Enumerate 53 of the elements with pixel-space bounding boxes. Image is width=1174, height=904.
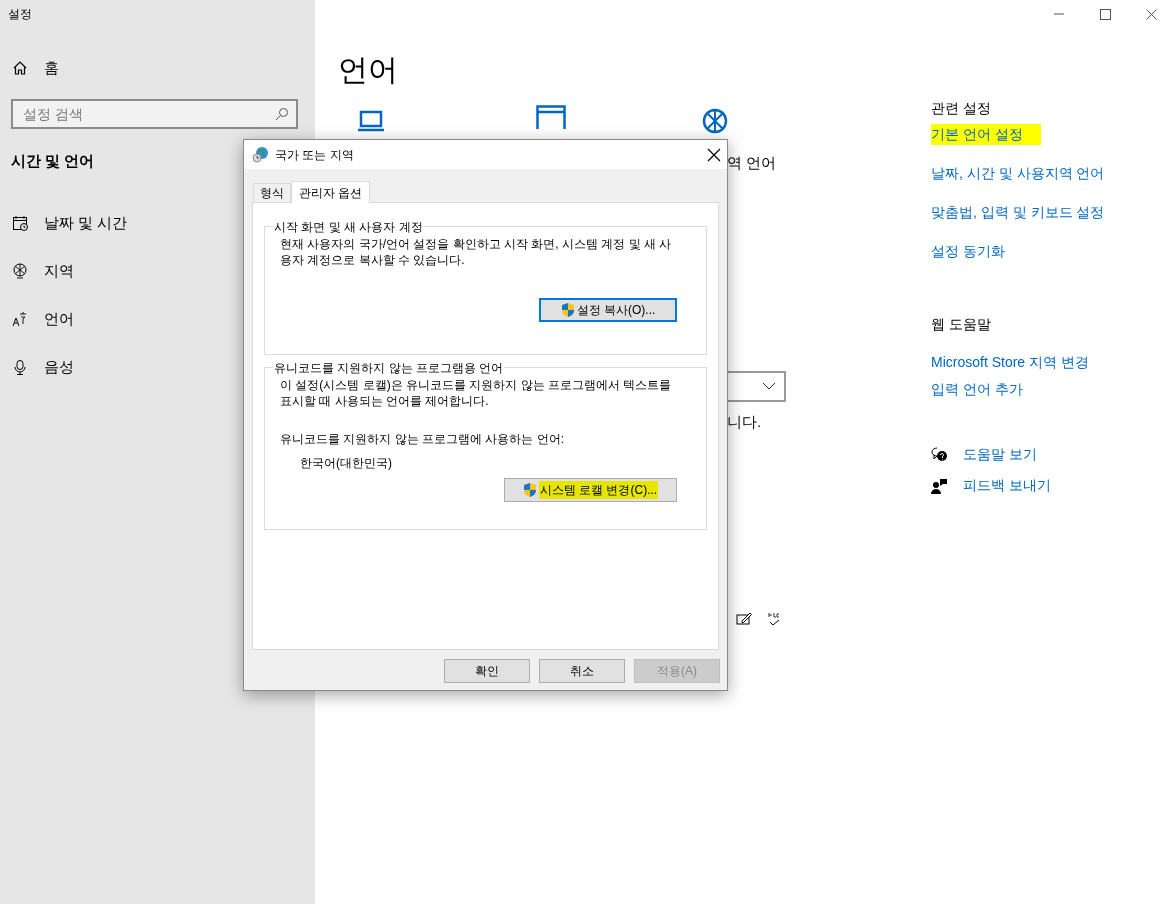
tab[interactable]: 형식 xyxy=(253,183,291,202)
globe-icon xyxy=(12,263,28,279)
pencil-icon xyxy=(736,611,752,625)
globe-icon xyxy=(701,107,729,135)
feedback-icon xyxy=(931,477,948,494)
calendar-icon xyxy=(12,215,28,231)
microphone-icon xyxy=(12,359,28,375)
nav-item[interactable]: 언어 xyxy=(0,295,200,343)
uac-button[interactable]: 설정 복사(O)... xyxy=(539,298,677,322)
settings-link[interactable]: 설정 동기화 xyxy=(931,241,1005,262)
search-field[interactable]: 설정 검색 xyxy=(11,99,298,129)
minimize-icon xyxy=(1054,13,1064,15)
section-heading: 시간 및 언어 xyxy=(11,152,95,169)
dialog-button[interactable]: 취소 xyxy=(539,659,625,683)
nav-item[interactable]: 지역 xyxy=(0,247,200,295)
nav-item[interactable]: 음성 xyxy=(0,343,200,391)
search-icon xyxy=(275,107,289,121)
help-link[interactable]: 입력 언어 추가 xyxy=(931,381,1023,397)
dialog-title: 국가 또는 지역 xyxy=(275,146,355,164)
description-text: 이 설정(시스템 로캘)은 유니코드를 지원하지 않는 프로그램에서 텍스트를 표시할 때 사용되는 언어를 제어합니다. xyxy=(280,377,673,409)
section-heading: 관련 설정 xyxy=(931,99,992,118)
value-text: 한국어(대한민국) xyxy=(300,455,393,472)
spellcheck-icon xyxy=(766,611,782,627)
nav-item[interactable]: 날짜 및 시간 xyxy=(0,199,200,247)
help-link[interactable]: Microsoft Store 지역 변경 xyxy=(931,354,1089,370)
home-link[interactable]: 홈 xyxy=(0,50,120,86)
uac-button[interactable]: 시스템 로캘 변경(C)... xyxy=(504,478,677,502)
page-title: 언어 xyxy=(338,52,399,88)
window-icon xyxy=(536,105,566,129)
section-heading: 웹 도움말 xyxy=(931,315,992,334)
shield-icon xyxy=(560,302,575,318)
help-link[interactable]: 도움말 보기 xyxy=(963,444,1037,465)
chevron-down-icon xyxy=(762,382,776,390)
close-icon xyxy=(707,147,721,162)
close-icon xyxy=(1145,8,1157,20)
help-bubble-icon xyxy=(931,446,948,463)
home-icon xyxy=(12,60,28,76)
settings-link[interactable]: 날짜, 시간 및 사용지역 언어 xyxy=(931,163,1105,184)
language-icon xyxy=(12,311,28,327)
description-text: 역 언어 xyxy=(727,153,778,173)
description-text: 현재 사용자의 국가/언어 설정을 확인하고 시작 화면, 시스템 계정 및 새 사용자 계정으로 복사할 수 있습니다. xyxy=(280,236,673,268)
settings-link[interactable]: 맞춤법, 입력 및 키보드 설정 xyxy=(931,202,1105,223)
dialog-button[interactable]: 확인 xyxy=(444,659,530,683)
feedback-link[interactable]: 피드백 보내기 xyxy=(963,475,1051,496)
laptop-icon xyxy=(358,109,384,133)
maximize-icon xyxy=(1099,8,1111,20)
description-text: 니다. xyxy=(727,411,763,432)
globe-clock-icon xyxy=(252,146,269,163)
tab[interactable]: 관리자 옵션 xyxy=(291,181,371,203)
app-title: 설정 xyxy=(7,6,33,23)
field-label: 유니코드를 지원하지 않는 프로그램에 사용하는 언어: xyxy=(280,431,565,448)
settings-link[interactable]: 기본 언어 설정 xyxy=(931,124,1041,145)
shield-icon xyxy=(522,482,537,498)
